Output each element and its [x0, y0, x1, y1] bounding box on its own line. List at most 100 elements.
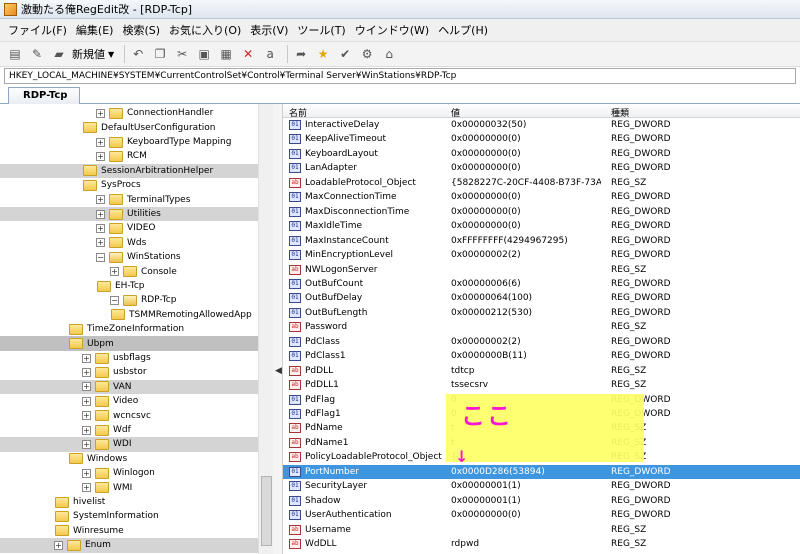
value-row[interactable]: 01 MaxDisconnectionTime 0x00000000(0) REG_D…	[283, 205, 800, 220]
expand-icon[interactable]: +	[82, 367, 91, 377]
value-row[interactable]: ab LoadableProtocol_Object {5828227C-20CF-…	[283, 176, 800, 191]
export-icon[interactable]: ▦	[217, 45, 235, 63]
menu-favorites[interactable]: お気に入り(O)	[169, 22, 241, 38]
expand-icon[interactable]: +	[96, 108, 105, 118]
expand-icon[interactable]: +	[96, 137, 105, 147]
value-row[interactable]: 01 OutBufLength 0x00000212(530) REG_DWORD	[283, 306, 800, 321]
collapse-left-icon[interactable]: ◀	[275, 366, 282, 376]
expand-icon[interactable]: +	[110, 267, 119, 277]
tree-item[interactable]: SystemInformation	[0, 509, 258, 524]
tree-item[interactable]: − WinStations	[0, 250, 258, 265]
tree-item[interactable]: + TerminalTypes	[0, 192, 258, 207]
menu-file[interactable]: ファイル(F)	[8, 22, 67, 38]
paste-icon[interactable]: ▣	[195, 45, 213, 63]
value-row[interactable]: 01 OutBufCount 0x00000006(6) REG_DWORD	[283, 277, 800, 292]
cut-icon[interactable]: ✂	[173, 45, 191, 63]
tree-item[interactable]: − RDP-Tcp	[0, 293, 258, 308]
delete-icon[interactable]: ✕	[239, 45, 257, 63]
expand-icon[interactable]: +	[82, 425, 91, 435]
tree-scrollbar-thumb[interactable]	[261, 476, 272, 546]
expand-icon[interactable]: +	[82, 396, 91, 406]
copy-icon[interactable]: ❐	[151, 45, 169, 63]
tree-item[interactable]: + Wds	[0, 236, 258, 251]
value-row[interactable]: ab WdDLL rdpwd REG_SZ	[283, 537, 800, 552]
folder-icon[interactable]: ▰	[50, 45, 68, 63]
tree-item[interactable]: + Video	[0, 394, 258, 409]
value-row[interactable]: 01 MaxConnectionTime 0x00000000(0) REG_DWOR…	[283, 190, 800, 205]
expand-icon[interactable]: +	[54, 540, 63, 550]
key-tree[interactable]: + ConnectionHandler DefaultUserConfigurati…	[0, 104, 273, 554]
menu-window[interactable]: ウインドウ(W)	[355, 22, 429, 38]
values-list[interactable]: 名前 値 種類 01 InteractiveDelay 0x00000032(50)…	[283, 104, 800, 554]
expand-icon[interactable]: +	[82, 382, 91, 392]
value-row[interactable]: 01 SecurityLayer 0x00000001(1) REG_DWORD	[283, 479, 800, 494]
tree-item[interactable]: Windows	[0, 452, 258, 467]
expand-icon[interactable]: +	[82, 468, 91, 478]
menu-help[interactable]: ヘルプ(H)	[438, 22, 488, 38]
rename-icon[interactable]: a	[261, 45, 279, 63]
menu-edit[interactable]: 編集(E)	[76, 22, 114, 38]
tree-item[interactable]: + usbflags	[0, 351, 258, 366]
value-row[interactable]: ab PdDLL1 tssecsrv REG_SZ	[283, 378, 800, 393]
value-row[interactable]: 01 Shadow 0x00000001(1) REG_DWORD	[283, 494, 800, 509]
expand-icon[interactable]: +	[82, 411, 91, 421]
value-row[interactable]: 01 KeyboardLayout 0x00000000(0) REG_DWORD	[283, 147, 800, 162]
tree-item[interactable]: + WMI	[0, 480, 258, 495]
bookmark-icon[interactable]: ✔	[336, 45, 354, 63]
value-row[interactable]: 01 UserAuthentication 0x00000000(0) REG_DWO…	[283, 508, 800, 523]
collapse-icon[interactable]: −	[96, 252, 105, 262]
expand-icon[interactable]: +	[96, 209, 105, 219]
tree-item[interactable]: + VAN	[0, 379, 258, 395]
home-icon[interactable]: ⌂	[380, 45, 398, 63]
menu-search[interactable]: 検索(S)	[122, 22, 160, 38]
tree-item[interactable]: TSMMRemotingAllowedApp	[0, 308, 258, 323]
tree-item[interactable]: + Utilities	[0, 206, 258, 222]
value-row[interactable]: 01 MaxInstanceCount 0xFFFFFFFF(4294967295)…	[283, 234, 800, 249]
tree-item[interactable]: + wcncsvc	[0, 408, 258, 423]
tree-item[interactable]: + ConnectionHandler	[0, 106, 258, 121]
undo-icon[interactable]: ↶	[129, 45, 147, 63]
value-row[interactable]: 01 MinEncryptionLevel 0x00000002(2) REG_DWO…	[283, 248, 800, 263]
settings-icon[interactable]: ⚙	[358, 45, 376, 63]
value-row[interactable]: 01 InteractiveDelay 0x00000032(50) REG_DWOR…	[283, 118, 800, 133]
value-row[interactable]: 01 MaxIdleTime 0x00000000(0) REG_DWORD	[283, 219, 800, 234]
expand-icon[interactable]: +	[96, 151, 105, 161]
expand-icon[interactable]: +	[82, 483, 91, 493]
tree-item[interactable]: + VIDEO	[0, 221, 258, 236]
value-row[interactable]: 01 PortNumber 0x0000D286(53894) REG_DWORD	[283, 464, 800, 480]
value-row[interactable]: ab PdDLL tdtcp REG_SZ	[283, 364, 800, 379]
pane-splitter[interactable]: ◀	[273, 104, 283, 554]
menu-tools[interactable]: ツール(T)	[297, 22, 345, 38]
value-row[interactable]: 01 KeepAliveTimeout 0x00000000(0) REG_DWORD	[283, 132, 800, 147]
value-row[interactable]: 01 OutBufDelay 0x00000064(100) REG_DWORD	[283, 291, 800, 306]
edit-icon[interactable]: ✎	[28, 45, 46, 63]
expand-icon[interactable]: +	[82, 353, 91, 363]
new-value-button[interactable]: 新規値 ▼	[72, 46, 114, 62]
tab-rdp-tcp[interactable]: RDP-Tcp	[8, 87, 80, 105]
new-key-icon[interactable]: ▤	[6, 45, 24, 63]
tree-item[interactable]: TimeZoneInformation	[0, 322, 258, 337]
expand-icon[interactable]: +	[96, 223, 105, 233]
address-bar[interactable]: HKEY_LOCAL_MACHINE¥SYSTEM¥CurrentControl…	[4, 68, 796, 84]
value-row[interactable]: ab NWLogonServer REG_SZ	[283, 263, 800, 278]
tree-item[interactable]: + usbstor	[0, 365, 258, 380]
tree-item[interactable]: EH-Tcp	[0, 279, 258, 294]
tree-item[interactable]: SysProcs	[0, 178, 258, 193]
connect-icon[interactable]: ➦	[292, 45, 310, 63]
tree-item[interactable]: + Winlogon	[0, 466, 258, 481]
tree-item[interactable]: + Console	[0, 264, 258, 279]
menu-view[interactable]: 表示(V)	[250, 22, 288, 38]
value-row[interactable]: 01 PdClass1 0x0000000B(11) REG_DWORD	[283, 349, 800, 364]
tree-item[interactable]: + WDI	[0, 437, 258, 452]
expand-icon[interactable]: +	[82, 439, 91, 449]
tree-item[interactable]: + RCM	[0, 149, 258, 164]
value-row[interactable]: 01 LanAdapter 0x00000000(0) REG_DWORD	[283, 161, 800, 176]
tree-item[interactable]: DefaultUserConfiguration	[0, 120, 258, 135]
value-row[interactable]: ab Password REG_SZ	[283, 320, 800, 335]
tree-item[interactable]: SessionArbitrationHelper	[0, 163, 258, 179]
value-row[interactable]: ab Username REG_SZ	[283, 523, 800, 538]
tree-item[interactable]: hivelist	[0, 495, 258, 510]
expand-icon[interactable]: +	[96, 195, 105, 205]
value-row[interactable]: 01 PdClass 0x00000002(2) REG_DWORD	[283, 335, 800, 350]
tree-item[interactable]: + Enum	[0, 538, 258, 553]
